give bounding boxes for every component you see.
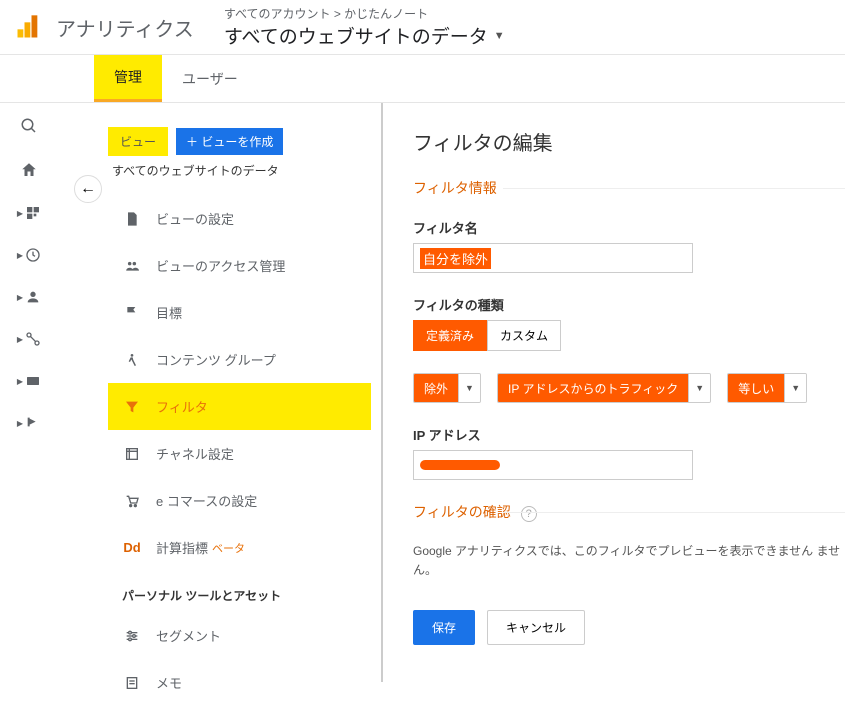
- audience-icon[interactable]: ▶: [17, 289, 41, 305]
- breadcrumb-subtitle: すべてのウェブサイトのデータ ▼: [224, 22, 505, 49]
- behavior-icon[interactable]: ▶: [17, 373, 41, 389]
- filter-name-label: フィルタ名: [413, 218, 845, 237]
- nav-view-settings[interactable]: ビューの設定: [108, 195, 371, 242]
- nav-channel[interactable]: チャネル設定: [108, 430, 371, 477]
- verify-section: フィルタの確認 ?: [413, 502, 845, 522]
- breadcrumb-path: すべてのアカウント > かじたんノート: [224, 5, 505, 22]
- nav-goals[interactable]: 目標: [108, 289, 371, 336]
- create-view-button[interactable]: ＋ ビューを作成: [176, 128, 283, 155]
- dashboard-icon[interactable]: ▶: [17, 205, 41, 221]
- dropdown-traffic-source[interactable]: IP アドレスからのトラフィック ▼: [497, 373, 711, 403]
- caret-down-icon: ▼: [458, 374, 480, 402]
- ip-address-label: IP アドレス: [413, 425, 845, 444]
- realtime-icon[interactable]: ▶: [17, 247, 41, 263]
- tab-bar: 管理 ユーザー: [0, 55, 845, 103]
- admin-panel: ← ビュー ＋ ビューを作成 すべてのウェブサイトのデータ ビューの設定 ビュー…: [58, 103, 383, 682]
- filter-type-label: フィルタの種類: [413, 295, 845, 314]
- dropdown-exclude[interactable]: 除外 ▼: [413, 373, 481, 403]
- funnel-icon: [122, 399, 142, 415]
- dropdown-match[interactable]: 等しい ▼: [727, 373, 807, 403]
- toggle-predefined[interactable]: 定義済み: [413, 320, 487, 351]
- nav-segments[interactable]: セグメント: [108, 612, 371, 659]
- nav-view-access[interactable]: ビューのアクセス管理: [108, 242, 371, 289]
- tab-user[interactable]: ユーザー: [162, 55, 258, 102]
- toggle-custom[interactable]: カスタム: [487, 320, 561, 351]
- dd-icon: Dd: [122, 540, 142, 555]
- save-button[interactable]: 保存: [413, 610, 475, 645]
- nav-memo[interactable]: メモ: [108, 659, 371, 706]
- cancel-button[interactable]: キャンセル: [487, 610, 585, 645]
- redacted-value: [420, 460, 500, 470]
- help-icon[interactable]: ?: [521, 506, 537, 522]
- nav-calc-metrics[interactable]: Dd 計算指標 ベータ: [108, 524, 371, 571]
- caret-down-icon: ▼: [784, 374, 806, 402]
- channel-icon: [122, 446, 142, 462]
- page-title: フィルタの編集: [413, 127, 845, 156]
- filter-info-section: フィルタ情報: [413, 178, 845, 198]
- filter-name-input[interactable]: 自分を除外: [413, 243, 693, 273]
- nav-ecommerce[interactable]: e コマースの設定: [108, 477, 371, 524]
- conversions-icon[interactable]: ▶: [17, 415, 41, 431]
- main-content: フィルタの編集 フィルタ情報 フィルタ名 自分を除外 フィルタの種類 定義済み …: [383, 103, 845, 682]
- app-header: アナリティクス すべてのアカウント > かじたんノート すべてのウェブサイトのデ…: [0, 0, 845, 55]
- verify-description: Google アナリティクスでは、このフィルタでプレビューを表示できません ませ…: [413, 542, 845, 580]
- acquisition-icon[interactable]: ▶: [17, 331, 41, 347]
- beta-label: ベータ: [212, 540, 245, 556]
- page-icon: [122, 211, 142, 227]
- note-icon: [122, 675, 142, 691]
- home-icon[interactable]: [20, 161, 38, 179]
- cart-icon: [122, 493, 142, 509]
- nav-content-group[interactable]: コンテンツ グループ: [108, 336, 371, 383]
- tab-admin[interactable]: 管理: [94, 55, 162, 102]
- back-arrow-button[interactable]: ←: [74, 175, 102, 203]
- search-icon[interactable]: [20, 117, 38, 135]
- view-column-label: ビュー: [108, 127, 168, 156]
- segments-icon: [122, 628, 142, 644]
- people-icon: [122, 259, 142, 273]
- caret-down-icon: ▼: [494, 30, 505, 42]
- view-subtitle: すべてのウェブサイトのデータ: [112, 162, 371, 179]
- left-rail: ▶ ▶ ▶ ▶ ▶ ▶: [0, 103, 58, 682]
- caret-down-icon: ▼: [688, 374, 710, 402]
- flag-icon: [122, 305, 142, 321]
- ip-address-input[interactable]: [413, 450, 693, 480]
- person-walk-icon: [122, 352, 142, 368]
- personal-section-label: パーソナル ツールとアセット: [108, 571, 371, 612]
- breadcrumb[interactable]: すべてのアカウント > かじたんノート すべてのウェブサイトのデータ ▼: [224, 5, 505, 49]
- admin-nav: ビューの設定 ビューのアクセス管理 目標 コンテンツ グループ フィルタ チャネ…: [108, 195, 371, 706]
- nav-filter[interactable]: フィルタ: [108, 383, 371, 430]
- product-name: アナリティクス: [56, 13, 194, 42]
- analytics-logo-icon: [14, 13, 42, 41]
